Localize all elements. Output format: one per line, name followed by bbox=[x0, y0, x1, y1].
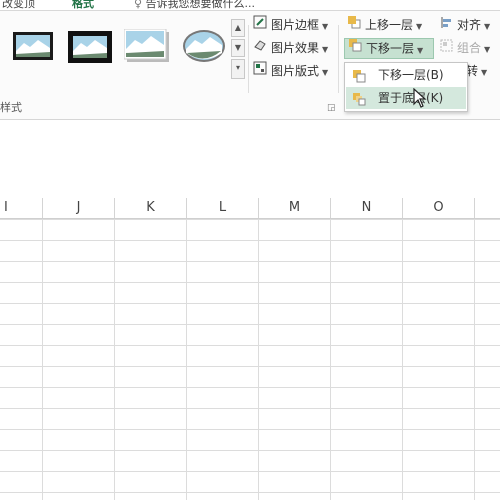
picture-style-thumb-oval[interactable] bbox=[182, 29, 225, 62]
chevron-down-icon: ▼ bbox=[322, 45, 329, 54]
picture-style-thumb-thick-black[interactable] bbox=[68, 31, 112, 63]
chevron-down-icon: ▼ bbox=[484, 22, 491, 31]
align-button[interactable]: 对齐 ▼ bbox=[440, 15, 490, 35]
send-to-back-icon bbox=[352, 91, 366, 113]
chevron-down-icon: ▼ bbox=[481, 68, 488, 77]
picture-effects-button[interactable]: 图片效果 ▼ bbox=[253, 38, 328, 58]
ribbon-separator bbox=[338, 25, 339, 93]
gallery-scroll-down-button[interactable]: ▼ bbox=[231, 39, 245, 57]
mouse-cursor-icon bbox=[413, 87, 427, 111]
column-header-m[interactable]: M bbox=[259, 198, 331, 218]
column-header-i[interactable]: I bbox=[0, 198, 43, 218]
dialog-launcher-icon[interactable]: ◲ bbox=[327, 103, 336, 113]
align-icon bbox=[440, 15, 453, 35]
picture-layout-button[interactable]: 图片版式 ▼ bbox=[253, 61, 328, 81]
grid-column-line bbox=[330, 219, 331, 500]
tab-format[interactable]: 格式 bbox=[72, 0, 94, 11]
rotate-button[interactable]: 转 ▼ bbox=[466, 61, 487, 81]
chevron-down-icon: ▼ bbox=[417, 45, 424, 55]
column-header-l[interactable]: L bbox=[187, 198, 259, 218]
gallery-scroll-up-button[interactable]: ▲ bbox=[231, 19, 245, 37]
picture-style-thumb-shadow[interactable] bbox=[123, 28, 169, 62]
column-header-j[interactable]: J bbox=[43, 198, 115, 218]
column-header-k[interactable]: K bbox=[115, 198, 187, 218]
chevron-down-icon: ▼ bbox=[484, 45, 491, 54]
chevron-down-icon: ▼ bbox=[416, 22, 423, 31]
grid-column-line bbox=[186, 219, 187, 500]
group-button[interactable]: 组合 ▼ bbox=[440, 38, 490, 58]
grid-column-line bbox=[42, 219, 43, 500]
lightbulb-icon: ♀ bbox=[134, 0, 143, 10]
effects-icon bbox=[253, 38, 267, 58]
gallery-more-button[interactable]: ▾ bbox=[231, 59, 245, 79]
group-label-styles: 样式 bbox=[0, 101, 22, 114]
chevron-down-icon: ▼ bbox=[322, 22, 329, 31]
send-backward-dropdown: 下移一层(B) 置于底层(K) bbox=[344, 62, 468, 112]
tab-insert[interactable]: 改变顶 bbox=[2, 0, 35, 11]
grid-column-line bbox=[402, 219, 403, 500]
chevron-down-icon: ▼ bbox=[322, 68, 329, 77]
send-backward-icon bbox=[348, 38, 362, 58]
column-header-o[interactable]: O bbox=[403, 198, 475, 218]
worksheet-grid[interactable] bbox=[0, 219, 500, 500]
grid-column-line bbox=[258, 219, 259, 500]
bring-forward-icon bbox=[347, 15, 361, 35]
ribbon-tab-strip: 改变顶 格式 ♀ 告诉我您想要做什么... bbox=[0, 0, 500, 11]
menu-item-send-backward[interactable]: 下移一层(B) bbox=[346, 64, 466, 86]
picture-border-button[interactable]: 图片边框 ▼ bbox=[253, 15, 328, 35]
grid-column-line bbox=[114, 219, 115, 500]
grid-column-line bbox=[474, 219, 475, 500]
column-header-n[interactable]: N bbox=[331, 198, 403, 218]
tell-me-search[interactable]: ♀ 告诉我您想要做什么... bbox=[134, 0, 255, 11]
column-header-row: I J K L M N O bbox=[0, 198, 500, 219]
layout-icon bbox=[253, 61, 267, 81]
group-icon bbox=[440, 38, 453, 58]
ribbon-separator bbox=[248, 25, 249, 93]
picture-style-thumb-simple-frame[interactable] bbox=[12, 31, 53, 63]
send-backward-button[interactable]: 下移一层 ▼ bbox=[344, 38, 434, 59]
pencil-border-icon bbox=[253, 15, 267, 35]
bring-forward-button[interactable]: 上移一层 ▼ bbox=[347, 15, 422, 35]
menu-item-send-to-back[interactable]: 置于底层(K) bbox=[346, 87, 466, 109]
